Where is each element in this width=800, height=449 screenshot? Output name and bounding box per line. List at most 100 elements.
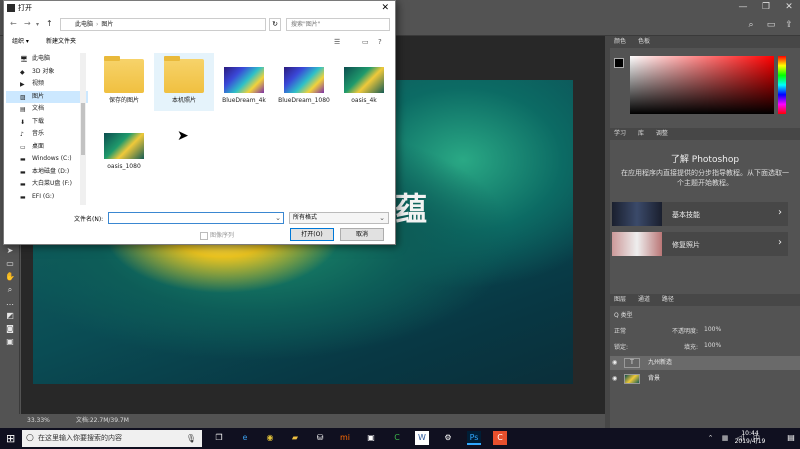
recorder-app-icon[interactable]: C [493, 431, 507, 445]
notifications-icon[interactable]: ▤ [784, 431, 798, 445]
sidebar-item[interactable]: ▤ 文档 [6, 103, 88, 116]
recent-dropdown-icon[interactable]: ▾ [36, 21, 39, 28]
color-picker-field[interactable] [630, 56, 774, 114]
path-select-icon[interactable]: ➤ [0, 244, 20, 257]
tab-layers[interactable]: 图层 [614, 296, 626, 303]
sidebar-item-label: 大白菜U盘 (F:) [32, 180, 72, 187]
shape-tool-icon[interactable]: ▭ [0, 257, 20, 270]
tab-swatches[interactable]: 色板 [638, 38, 650, 45]
drive-icon: ▬ [20, 181, 26, 188]
layer-row-text[interactable]: ◉ T 九州新造 [610, 356, 800, 370]
task-view-icon[interactable]: ❐ [212, 431, 226, 445]
chevron-down-icon[interactable]: ⌄ [275, 214, 281, 222]
cancel-button[interactable]: 取消 [340, 228, 384, 241]
view-options-icon[interactable]: ☰ [334, 35, 340, 49]
sidebar-item[interactable]: ▬ 本地磁盘 (D:) [6, 166, 88, 179]
tab-adjustments[interactable]: 调整 [656, 130, 668, 137]
search-icon[interactable]: ⌕ [740, 18, 762, 32]
hand-tool-icon[interactable]: ✋ [0, 270, 20, 283]
new-folder-button[interactable]: 新建文件夹 [46, 35, 76, 49]
photoshop-taskbar-icon[interactable]: Ps [467, 431, 481, 445]
clock-date: 2019/4/19 [734, 438, 766, 445]
mi-app-icon[interactable]: mi [338, 431, 352, 445]
address-bar[interactable]: 此电脑 › 图片 [60, 18, 266, 31]
quick-mask-icon[interactable]: ◙ [0, 322, 20, 335]
tab-color[interactable]: 颜色 [614, 38, 626, 45]
layer-row-background[interactable]: ◉ 背景 [610, 372, 800, 386]
preview-pane-icon[interactable]: ▭ [362, 35, 369, 49]
sidebar-item[interactable]: ▬ Windows (C:) [6, 153, 88, 166]
eye-icon[interactable]: ◉ [612, 356, 617, 370]
file-item[interactable]: oasis_1080 [94, 119, 154, 177]
close-icon[interactable]: ✕ [381, 1, 389, 15]
eye-icon[interactable]: ◉ [612, 372, 617, 386]
help-icon[interactable]: ? [378, 35, 382, 49]
chrome-icon[interactable]: ◉ [263, 431, 277, 445]
opacity-value[interactable]: 100% [704, 326, 721, 333]
sidebar-item-label: 文档 [32, 105, 45, 112]
sidebar-item[interactable]: ▶ 视频 [6, 78, 88, 91]
learn-card-basics[interactable]: 基本技能 › [612, 202, 788, 226]
store-icon[interactable]: ⛁ [313, 431, 327, 445]
image-sequence-checkbox[interactable]: 图像序列 [200, 230, 234, 240]
document-icon: ▤ [20, 106, 26, 113]
close-icon[interactable]: ✕ [778, 0, 800, 14]
file-item[interactable]: 保存的图片 [94, 53, 154, 111]
search-input[interactable]: 搜索"图片" [286, 18, 390, 31]
settings-gear-icon[interactable]: ⚙ [441, 431, 455, 445]
sidebar-item[interactable]: 🖥 此电脑 [6, 53, 88, 66]
taskbar-clock[interactable]: 10:44 2019/4/19 [720, 430, 780, 446]
up-arrow-icon[interactable]: ↑ [46, 19, 53, 28]
scrollbar-thumb[interactable] [81, 103, 85, 155]
share-icon[interactable]: ⇪ [778, 18, 800, 32]
screen-mode-icon[interactable]: ▣ [0, 335, 20, 348]
blend-mode-select[interactable]: 正常 [614, 326, 626, 335]
filetype-select[interactable]: 所有格式 ⌄ [289, 212, 389, 224]
word-icon[interactable]: W [415, 431, 429, 445]
file-explorer-icon[interactable]: ▰ [288, 431, 302, 445]
file-item[interactable]: 本机照片 [154, 53, 214, 111]
address-part[interactable]: 此电脑 [75, 21, 93, 28]
refresh-icon[interactable]: ↻ [269, 18, 281, 31]
nav-scrollbar[interactable] [80, 53, 86, 205]
filename-input[interactable]: ⌄ [108, 212, 284, 224]
file-item[interactable]: BlueDream_1080 [274, 53, 334, 111]
sidebar-item[interactable]: ⬇ 下载 [6, 116, 88, 129]
zoom-tool-icon[interactable]: ⌕ [0, 283, 20, 296]
tray-expand-icon[interactable]: ⌃ [708, 434, 714, 442]
learn-card-fix-photo[interactable]: 修复照片 › [612, 232, 788, 256]
sidebar-item[interactable]: ♪ 音乐 [6, 128, 88, 141]
edge-browser-icon[interactable]: e [238, 431, 252, 445]
forward-arrow-icon[interactable]: → [24, 19, 31, 28]
more-tools-icon[interactable]: … [0, 296, 20, 309]
tab-learn[interactable]: 学习 [614, 130, 626, 137]
foreground-color-swatch[interactable] [614, 58, 624, 68]
sidebar-item[interactable]: ▬ EFI (G:) [6, 191, 88, 204]
back-arrow-icon[interactable]: ← [10, 19, 17, 28]
organize-button[interactable]: 组织 ▾ [12, 35, 29, 49]
taskbar-search-box[interactable]: ○ 在这里输入你要搜索的内容 🎙 [22, 430, 202, 447]
layer-kind-filter[interactable]: Q 类型 [614, 312, 633, 319]
fill-value[interactable]: 100% [704, 342, 721, 349]
file-item[interactable]: oasis_4k [334, 53, 394, 111]
color-swatches-icon[interactable]: ◩ [0, 309, 20, 322]
tab-channels[interactable]: 通道 [638, 296, 650, 303]
sidebar-item[interactable]: ▨ 图片 [6, 90, 88, 103]
open-button[interactable]: 打开(O) [290, 228, 334, 241]
address-part[interactable]: 图片 [101, 21, 113, 28]
tab-paths[interactable]: 路径 [662, 296, 674, 303]
media-app-icon[interactable]: ▣ [364, 431, 378, 445]
minimize-icon[interactable]: — [732, 0, 754, 14]
maximize-icon[interactable]: ❐ [755, 0, 777, 14]
sidebar-item[interactable]: ◆ 3D 对象 [6, 66, 88, 79]
hue-slider[interactable] [778, 56, 786, 114]
tab-libraries[interactable]: 库 [638, 130, 644, 137]
camtasia-icon[interactable]: C [390, 431, 404, 445]
file-item[interactable]: BlueDream_4k [214, 53, 274, 111]
windows-start-icon[interactable]: ⊞ [6, 432, 15, 445]
zoom-level[interactable]: 33.33% [27, 417, 50, 424]
sidebar-item[interactable]: ▬ 大白菜U盘 (F:) [6, 178, 88, 191]
sidebar-item-label: Windows (C:) [32, 155, 72, 162]
microphone-icon[interactable]: 🎙 [186, 430, 196, 447]
sidebar-item[interactable]: ▭ 桌面 [6, 141, 88, 154]
